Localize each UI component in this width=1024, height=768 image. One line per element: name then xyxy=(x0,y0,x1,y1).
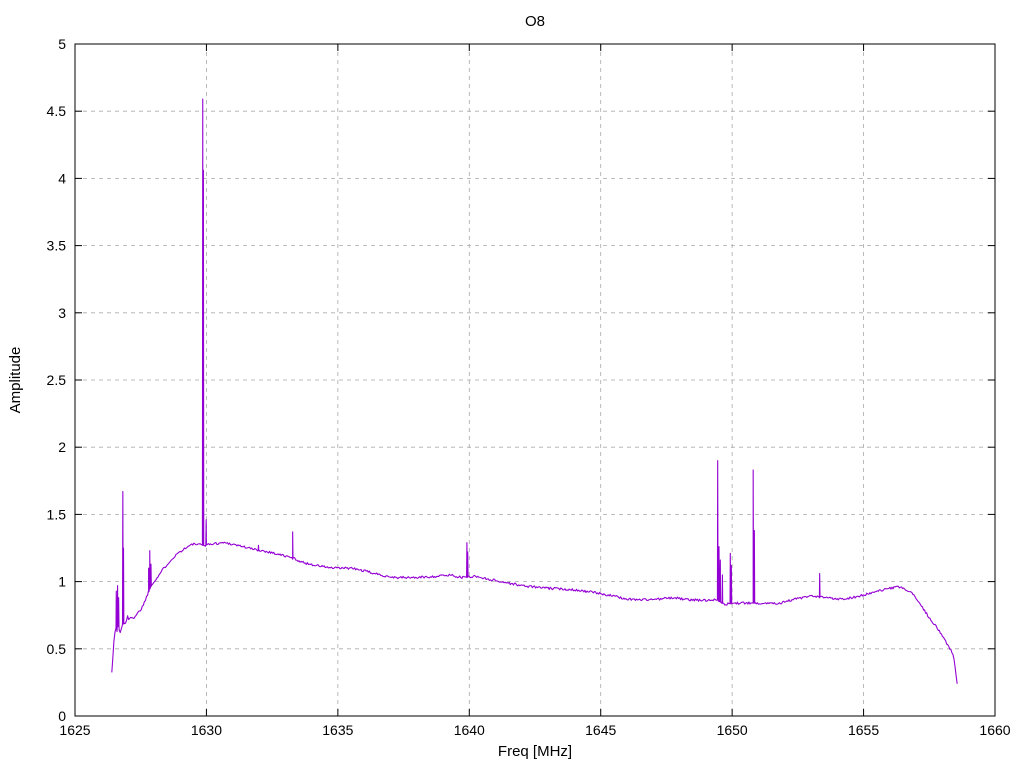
x-tick-label: 1625 xyxy=(59,722,90,738)
y-tick-label: 4.5 xyxy=(47,103,67,119)
x-tick-label: 1655 xyxy=(848,722,879,738)
y-tick-label: 1 xyxy=(58,574,66,590)
x-tick-label: 1630 xyxy=(191,722,222,738)
y-tick-label: 3.5 xyxy=(47,238,67,254)
x-tick-label: 1650 xyxy=(717,722,748,738)
x-tick-label: 1660 xyxy=(979,722,1010,738)
y-axis-label: Amplitude xyxy=(7,347,24,414)
x-tick-label: 1645 xyxy=(585,722,616,738)
y-tick-label: 2.5 xyxy=(47,372,67,388)
spectrum-chart: 1625 1630 1635 1640 1645 1650 1655 1660 0 0.5 1 1.5… xyxy=(7,13,1011,760)
x-axis-label: Freq [MHz] xyxy=(498,743,572,760)
grid-layer xyxy=(75,44,995,716)
tick-label-layer: 1625 1630 1635 1640 1645 1650 1655 1660 0 0.5 1 1.5… xyxy=(47,36,1011,738)
y-tick-label: 4 xyxy=(58,170,66,186)
y-tick-label: 2 xyxy=(58,439,66,455)
y-tick-label: 0.5 xyxy=(47,641,67,657)
series-line-o8 xyxy=(111,98,958,685)
chart-title: O8 xyxy=(525,13,545,30)
x-tick-label: 1635 xyxy=(322,722,353,738)
y-tick-label: 3 xyxy=(58,305,66,321)
y-tick-label: 0 xyxy=(58,708,66,724)
x-tick-label: 1640 xyxy=(454,722,485,738)
gnuplot-window: 1625 1630 1635 1640 1645 1650 1655 1660 0 0.5 1 1.5… xyxy=(0,0,1024,768)
y-tick-label: 1.5 xyxy=(47,506,67,522)
y-tick-label: 5 xyxy=(58,36,66,52)
